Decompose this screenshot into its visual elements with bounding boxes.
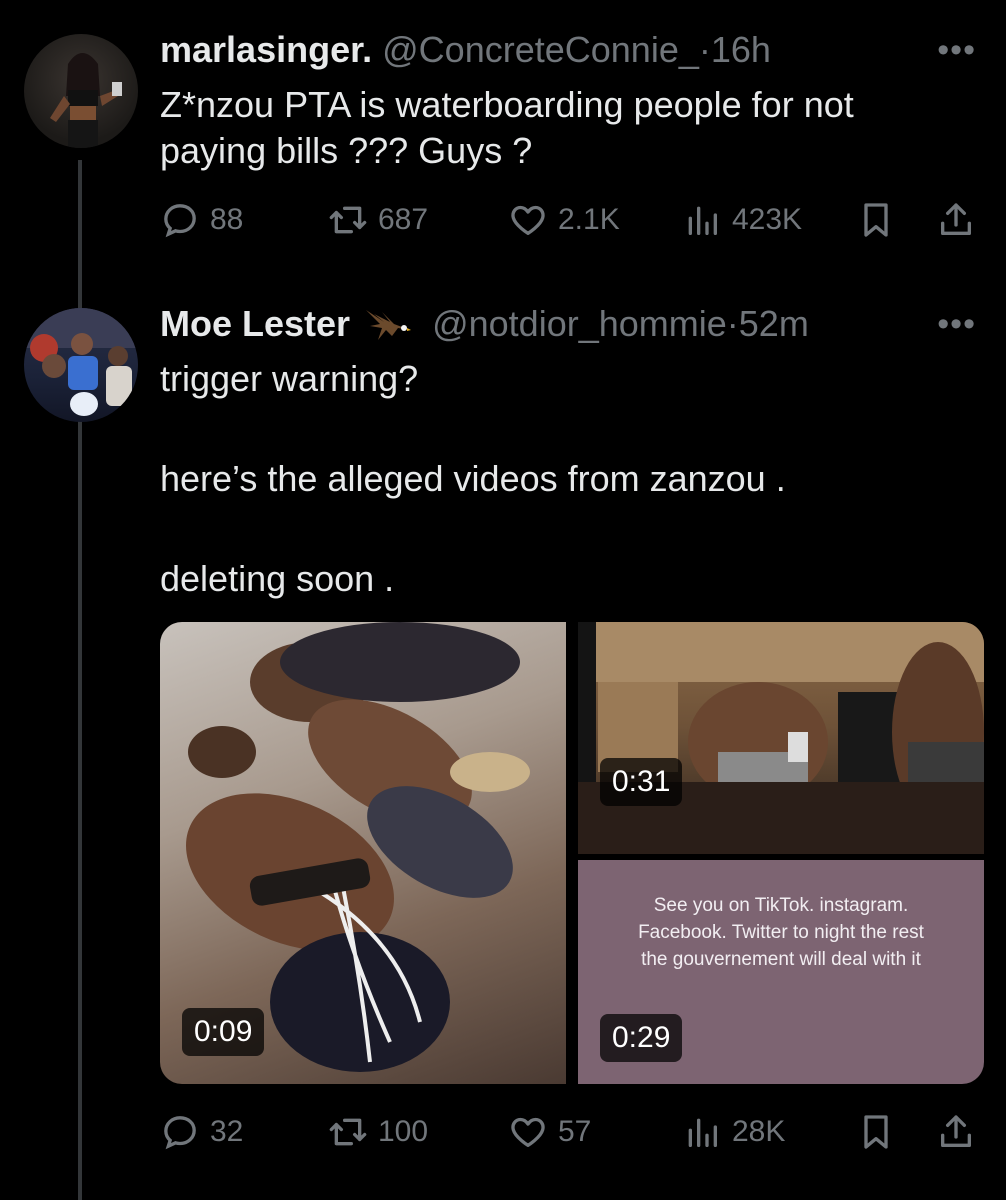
tweet-header: Moe Lester @notdior_hommie·52m (160, 304, 809, 344)
overlay-text-line: See you on TikTok. instagram. (653, 895, 909, 916)
video-duration: 0:09 (182, 1008, 265, 1056)
media-grid: 0:09 0:31 See you on TikTok. instagram. (160, 622, 984, 1084)
more-options-icon[interactable]: ••• (937, 307, 976, 341)
share-button[interactable] (936, 1110, 976, 1154)
tweet-header: marlasinger. @ConcreteConnie_·16h (160, 30, 771, 70)
author-name[interactable]: marlasinger. (160, 29, 372, 70)
views-count: 423K (732, 203, 803, 236)
separator-dot: · (726, 303, 739, 344)
eagle-emoji-icon (366, 310, 412, 340)
separator-dot: · (698, 29, 711, 70)
reply-count: 88 (210, 203, 244, 236)
overlay-text-line: the gouvernement will deal with it (641, 949, 921, 970)
timestamp[interactable]: 16h (711, 29, 771, 70)
bookmark-icon (864, 1115, 888, 1149)
views-button[interactable]: 28K (682, 1110, 785, 1154)
share-button[interactable] (936, 198, 976, 242)
bookmark-button[interactable] (856, 1110, 896, 1154)
reply-icon (164, 204, 196, 238)
like-button[interactable]: 57 (508, 1110, 591, 1154)
more-options-icon[interactable]: ••• (937, 33, 976, 67)
avatar-marlasinger[interactable] (24, 34, 138, 148)
retweet-icon (329, 1118, 367, 1146)
bookmark-button[interactable] (856, 198, 896, 242)
reply-button[interactable]: 88 (160, 198, 243, 242)
tweet-text-line: Z*nzou PTA is waterboarding people for n… (160, 84, 854, 125)
retweet-count: 687 (378, 203, 429, 236)
retweet-button[interactable]: 687 (328, 198, 428, 242)
video-duration: 0:31 (600, 758, 683, 806)
tweet-text-line: deleting soon . (160, 558, 395, 599)
heart-icon (511, 1117, 545, 1147)
like-button[interactable]: 2.1K (508, 198, 620, 242)
retweet-icon (329, 206, 367, 234)
retweet-count: 100 (378, 1115, 429, 1148)
tweet-text-line: here’s the alleged videos from zanzou . (160, 458, 786, 499)
reply-icon (164, 1116, 196, 1150)
heart-icon (511, 205, 545, 235)
author-handle[interactable]: @notdior_hommie (432, 303, 727, 344)
avatar-moe-lester[interactable] (24, 308, 138, 422)
video-overlay-text: See you on TikTok. instagram. Facebook. … (588, 892, 974, 973)
share-icon (941, 203, 971, 235)
like-count: 57 (558, 1115, 592, 1148)
share-icon (941, 1115, 971, 1147)
retweet-button[interactable]: 100 (328, 1110, 428, 1154)
overlay-text-line: Facebook. Twitter to night the rest (638, 922, 924, 943)
tweet-actions: 32 100 57 28K (160, 1110, 980, 1154)
views-count: 28K (732, 1115, 786, 1148)
author-handle[interactable]: @ConcreteConnie_ (382, 29, 699, 70)
tweet-text: Z*nzou PTA is waterboarding people for n… (160, 82, 960, 174)
video-thumbnail[interactable]: 0:09 (160, 622, 566, 1084)
views-icon (688, 1118, 717, 1147)
views-icon (688, 206, 717, 235)
bookmark-icon (864, 203, 888, 237)
like-count: 2.1K (558, 203, 620, 236)
video-duration: 0:29 (600, 1014, 683, 1062)
tweet-text-line: paying bills ??? Guys ? (160, 130, 533, 171)
views-button[interactable]: 423K (682, 198, 802, 242)
tweet-actions: 88 687 2.1K 423K (160, 198, 980, 242)
reply-button[interactable]: 32 (160, 1110, 243, 1154)
timestamp[interactable]: 52m (739, 303, 809, 344)
video-thumbnail[interactable]: See you on TikTok. instagram. Facebook. … (578, 860, 984, 1084)
author-name[interactable]: Moe Lester (160, 303, 350, 344)
video-thumbnail[interactable]: 0:31 (578, 622, 984, 854)
tweet-text-line: trigger warning? (160, 358, 419, 399)
reply-count: 32 (210, 1115, 244, 1148)
